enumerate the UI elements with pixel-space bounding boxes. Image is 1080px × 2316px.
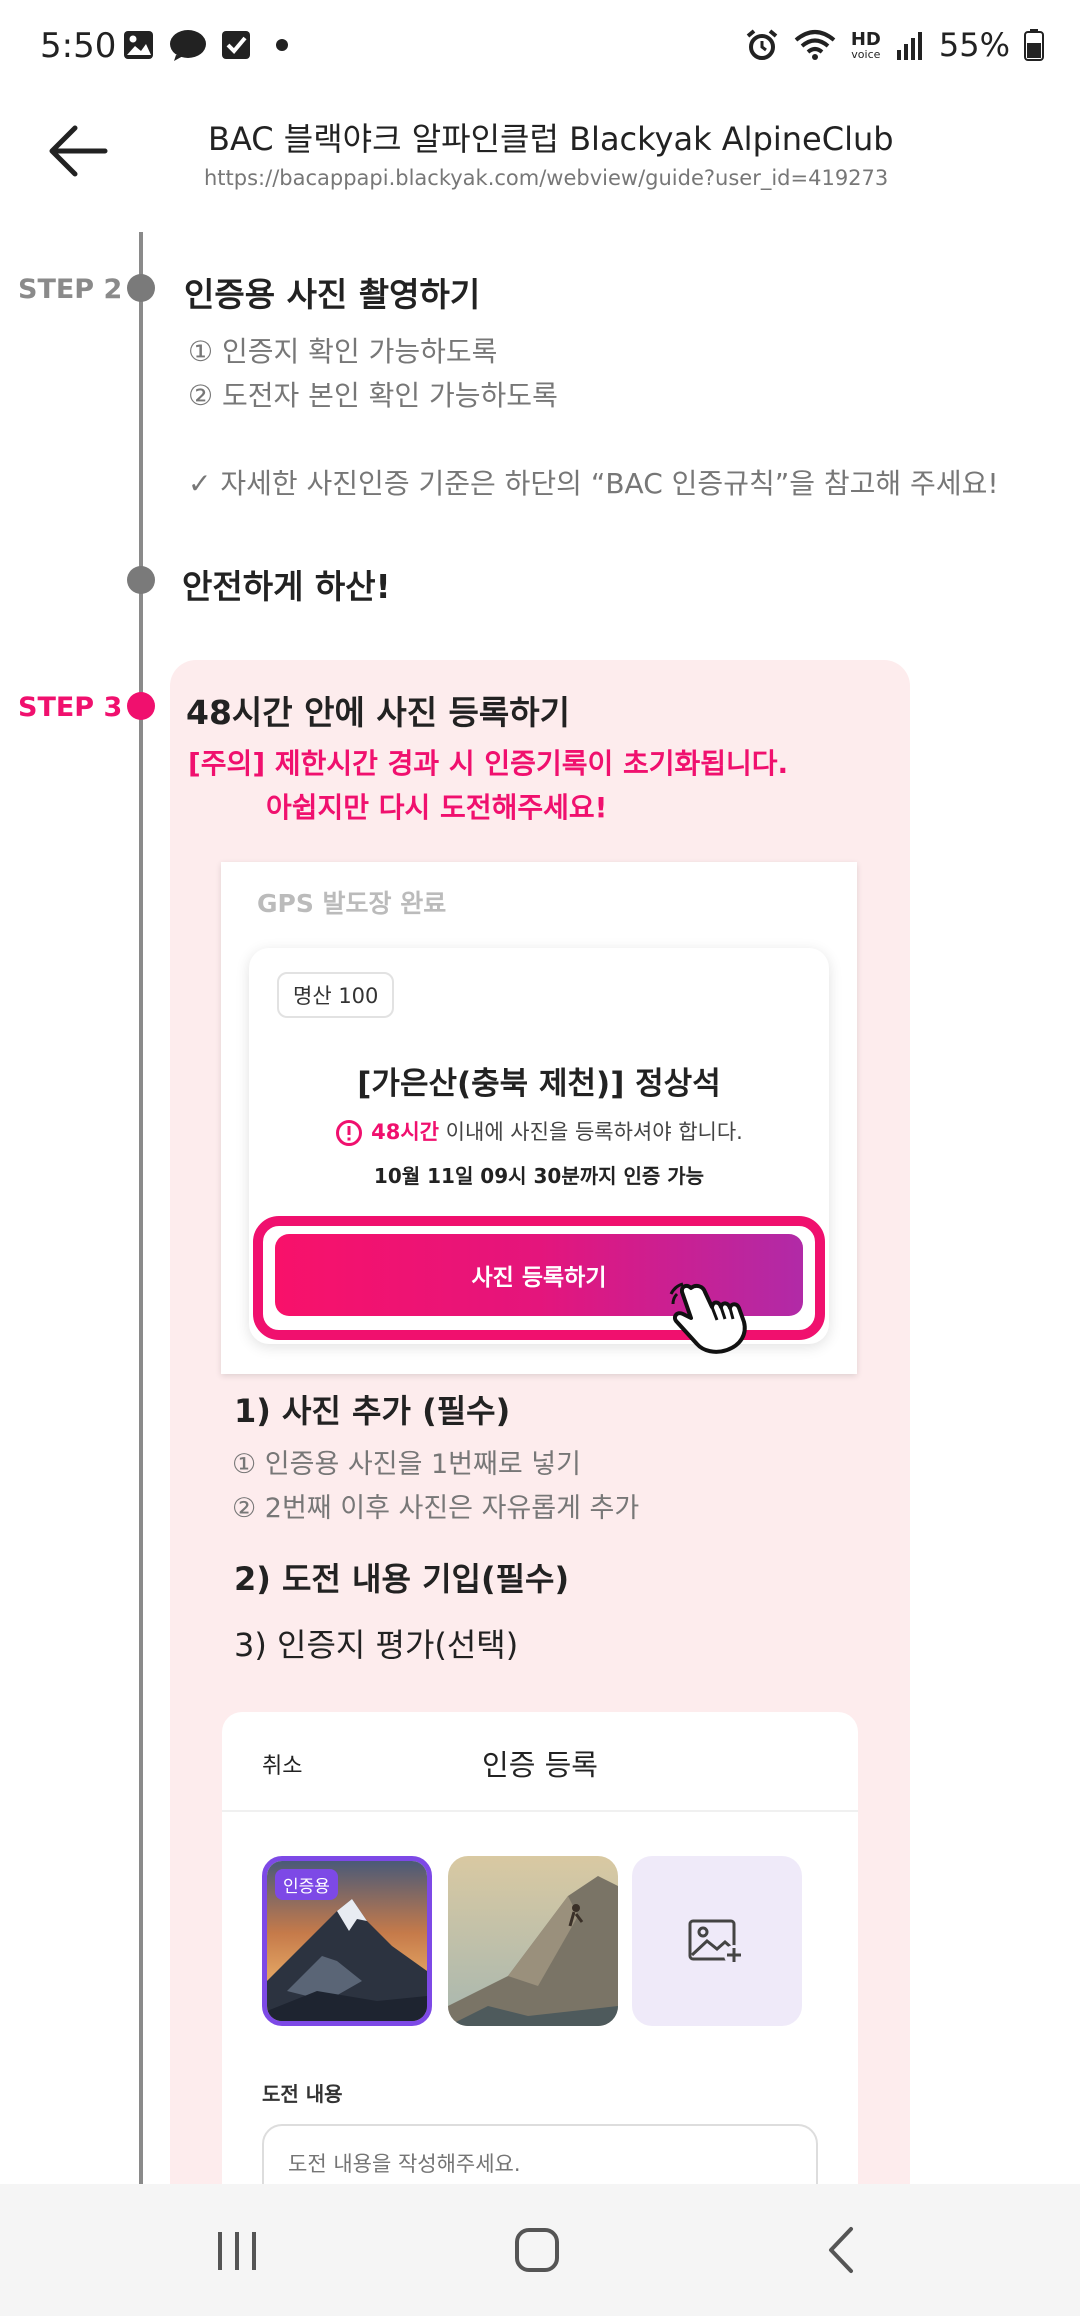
step2-title: 인증용 사진 촬영하기 xyxy=(184,275,481,314)
certification-tag: 인증용 xyxy=(275,1869,338,1900)
voice-label: voice xyxy=(851,47,881,61)
section2-title: 2) 도전 내용 기입(필수) xyxy=(234,1560,570,1598)
time-limit-notice: 48시간 이내에 사진을 등록하셔야 합니다. xyxy=(249,1116,829,1147)
step3-warning-1: [주의] 제한시간 경과 시 인증기록이 초기화됩니다. xyxy=(188,747,789,780)
nav-back-button[interactable] xyxy=(796,2220,886,2280)
system-nav-bar xyxy=(0,2184,1080,2316)
recent-apps-icon xyxy=(218,2232,256,2270)
challenge-field-label: 도전 내용 xyxy=(262,2082,343,2106)
notice-text: 이내에 사진을 등록하셔야 합니다. xyxy=(439,1120,743,1144)
hd-voice-icon: HD voice xyxy=(850,28,881,61)
gps-complete-title: GPS 발도장 완료 xyxy=(257,889,447,918)
arrow-left-icon xyxy=(49,125,108,177)
gallery-icon xyxy=(124,31,153,59)
notice-highlight: 48시간 xyxy=(371,1120,439,1144)
battery-icon xyxy=(1024,29,1044,61)
category-badge: 명산 100 xyxy=(277,972,395,1018)
home-button[interactable] xyxy=(492,2220,582,2280)
pointing-hand-icon xyxy=(669,1282,747,1354)
recent-apps-button[interactable] xyxy=(192,2220,282,2280)
alarm-icon xyxy=(746,29,778,60)
back-icon xyxy=(829,2227,853,2273)
timeline-line xyxy=(139,232,143,2184)
example-gps-card: GPS 발도장 완료 명산 100 [가은산(충북 제천)] 정상석 48시간 … xyxy=(221,862,857,1374)
certification-card: 명산 100 [가은산(충북 제천)] 정상석 48시간 이내에 사진을 등록하… xyxy=(249,948,829,1354)
descent-title: 안전하게 하산! xyxy=(182,567,391,606)
dot-icon xyxy=(276,39,288,51)
add-photo-button[interactable] xyxy=(632,1856,802,2026)
climber-photo xyxy=(448,1856,618,2026)
section1-title: 1) 사진 추가 (필수) xyxy=(234,1392,511,1430)
challenge-input[interactable] xyxy=(262,2124,818,2184)
mountain-title: [가은산(충북 제천)] 정상석 xyxy=(357,1066,721,1102)
step2-item-1: ① 인증지 확인 가능하도록 xyxy=(188,335,498,368)
page-url: https://bacappapi.blackyak.com/webview/g… xyxy=(204,166,889,190)
status-bar: 5:50 HD voice 55% xyxy=(0,0,1080,96)
photo-thumb-climber[interactable] xyxy=(448,1856,618,2026)
messenger-icon xyxy=(170,30,206,61)
step2-label: STEP 2 xyxy=(18,274,123,305)
step3-title: 48시간 안에 사진 등록하기 xyxy=(186,693,570,732)
wifi-icon xyxy=(794,30,836,60)
register-photo-label: 사진 등록하기 xyxy=(471,1265,607,1291)
step2-dot xyxy=(127,274,155,302)
status-system-icons: HD voice 55% xyxy=(745,26,1044,64)
add-image-icon xyxy=(688,1919,744,1965)
step3-warning-2: 아쉽지만 다시 도전해주세요! xyxy=(266,791,608,824)
form-title: 인증 등록 xyxy=(482,1748,598,1782)
step3-label: STEP 3 xyxy=(18,692,123,723)
section3-title: 3) 인증지 평가(선택) xyxy=(234,1626,519,1664)
form-header: 취소 인증 등록 xyxy=(222,1712,858,1812)
battery-percent: 55% xyxy=(938,26,1010,64)
exclamation-circle-icon xyxy=(336,1120,363,1146)
guide-content[interactable]: STEP 2 인증용 사진 촬영하기 ① 인증지 확인 가능하도록 ② 도전자 … xyxy=(0,206,1080,2184)
webview-header: BAC 블랙야크 알파인클럽 Blackyak AlpineClub https… xyxy=(0,96,1080,206)
descent-dot xyxy=(127,566,155,594)
hd-label: HD xyxy=(850,28,881,50)
step3-dot xyxy=(127,692,155,720)
page-title: BAC 블랙야크 알파인클럽 Blackyak AlpineClub xyxy=(208,120,894,158)
photo-thumb-certification[interactable]: 인증용 xyxy=(262,1856,432,2026)
home-icon xyxy=(515,2228,559,2272)
check-icon xyxy=(222,31,250,59)
deadline-text: 10월 11일 09시 30분까지 인증 가능 xyxy=(373,1164,705,1188)
step2-item-2: ② 도전자 본인 확인 가능하도록 xyxy=(188,379,558,412)
section1-item-2: ② 2번째 이후 사진은 자유롭게 추가 xyxy=(232,1493,640,1524)
example-register-form: 취소 인증 등록 인증용 도전 내용 도전 내용을 작성해주세요. xyxy=(222,1712,858,2184)
section1-item-1: ① 인증용 사진을 1번째로 넣기 xyxy=(232,1449,581,1480)
status-notification-icons xyxy=(122,28,294,62)
back-button[interactable] xyxy=(40,120,116,182)
signal-icon xyxy=(896,32,922,60)
status-time: 5:50 xyxy=(40,26,117,66)
step2-note: ✓ 자세한 사진인증 기준은 하단의 “BAC 인증규칙”을 참고해 주세요! xyxy=(188,467,999,500)
